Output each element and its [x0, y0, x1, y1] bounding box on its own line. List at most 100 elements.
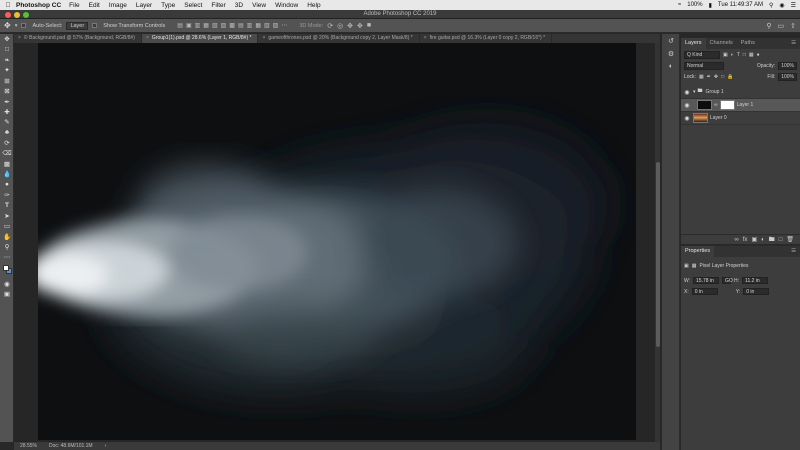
app-menu[interactable]: Photoshop CC — [16, 2, 61, 9]
link-layers-icon[interactable]: ∞ — [734, 237, 738, 243]
opacity-field[interactable]: 100% — [778, 61, 797, 70]
fill-field[interactable]: 100% — [778, 72, 797, 81]
lock-position-icon[interactable]: ✥ — [714, 74, 718, 80]
delete-layer-icon[interactable]: 🗑 — [786, 236, 794, 243]
wifi-icon[interactable]: ≈ — [678, 2, 681, 8]
layer-name[interactable]: Layer 0 — [710, 115, 727, 121]
panel-menu-icon[interactable]: ☰ — [787, 246, 800, 257]
menu-select[interactable]: Select — [184, 2, 202, 9]
filter-type-icon[interactable]: T — [737, 52, 740, 58]
frame-tool[interactable]: ⊠ — [0, 86, 14, 96]
status-menu-icon[interactable]: › — [105, 443, 107, 449]
close-tab-icon[interactable]: × — [424, 35, 427, 41]
lock-image-icon[interactable]: ✒ — [707, 74, 711, 80]
layer-thumbnail[interactable] — [693, 113, 708, 123]
layer-row-layer-0[interactable]: ◉ Layer 0 — [681, 112, 800, 125]
zoom-level[interactable]: 28.55% — [20, 443, 37, 449]
transform-controls-checkbox[interactable] — [92, 22, 99, 29]
layer-row-layer-1[interactable]: ◉ ∞ Layer 1 — [681, 99, 800, 112]
dodge-tool[interactable]: ● — [0, 179, 14, 189]
3d-roll-icon[interactable]: ◎ — [337, 22, 343, 30]
blend-mode-dropdown[interactable]: Normal — [684, 61, 724, 70]
align-horizontal-center-icon[interactable]: ▧ — [212, 22, 218, 29]
distribute-center-icon[interactable]: ▤ — [238, 22, 244, 29]
distribute-bottom-icon[interactable]: ▥ — [247, 22, 253, 29]
battery-icon[interactable]: ▮ — [709, 2, 712, 9]
menu-type[interactable]: Type — [161, 2, 175, 9]
hand-tool[interactable]: ✋ — [0, 231, 14, 241]
layer-row-group-1[interactable]: ◉ ▾ 🖿 Group 1 — [681, 86, 800, 99]
menu-edit[interactable]: Edit — [89, 2, 100, 9]
panel-menu-icon[interactable]: ☰ — [787, 38, 800, 49]
move-tool[interactable]: ✥ — [0, 34, 14, 44]
filter-toggle-icon[interactable]: ● — [757, 52, 760, 58]
layer-name[interactable]: Layer 1 — [737, 102, 754, 108]
quick-select-tool[interactable]: ✦ — [0, 65, 14, 75]
menu-3d[interactable]: 3D — [235, 2, 243, 9]
menu-help[interactable]: Help — [307, 2, 320, 9]
distribute-right-icon[interactable]: ▨ — [273, 22, 279, 29]
height-field[interactable]: 11.2 in — [742, 277, 769, 284]
more-options-icon[interactable]: ⋯ — [281, 22, 287, 29]
visibility-eye-icon[interactable]: ◉ — [681, 115, 693, 122]
add-mask-icon[interactable]: ▣ — [751, 236, 757, 243]
brush-tool[interactable]: ✎ — [0, 117, 14, 127]
tab-background[interactable]: × © Background.psd @ 57% (Background, RGB… — [14, 34, 142, 43]
lock-all-icon[interactable]: 🔒 — [727, 74, 733, 80]
search-icon[interactable]: ⚲ — [769, 2, 773, 9]
auto-select-dropdown[interactable]: Layer — [66, 21, 89, 30]
3d-slide-icon[interactable]: ✥ — [357, 22, 363, 30]
align-vertical-center-icon[interactable]: ▣ — [186, 22, 192, 29]
y-field[interactable]: 0 in — [743, 288, 770, 295]
pen-tool[interactable]: ✑ — [0, 190, 14, 200]
siri-icon[interactable]: ◉ — [779, 2, 784, 9]
type-tool[interactable]: T — [0, 200, 14, 210]
rectangle-tool[interactable]: ▭ — [0, 221, 14, 231]
history-brush-tool[interactable]: ⟳ — [0, 138, 14, 148]
close-tab-icon[interactable]: × — [146, 35, 149, 41]
path-selection-tool[interactable]: ➤ — [0, 211, 14, 221]
canvas[interactable] — [38, 43, 636, 440]
healing-brush-tool[interactable]: ✚ — [0, 107, 14, 117]
foreground-color-swatch[interactable] — [3, 264, 9, 271]
visibility-eye-icon[interactable]: ◉ — [681, 102, 693, 109]
tab-properties[interactable]: Properties — [681, 246, 715, 257]
tool-preset-dropdown[interactable]: ▾ — [15, 23, 18, 29]
marquee-tool[interactable]: □ — [0, 44, 14, 54]
align-left-icon[interactable]: ▦ — [203, 22, 209, 29]
doc-size[interactable]: Doc: 48.6M/101.1M — [49, 443, 93, 449]
vertical-scrollbar[interactable] — [655, 43, 660, 442]
tab-fire-guitar[interactable]: × fire guitar.psd @ 16.3% (Layer 0 copy 2… — [420, 34, 553, 43]
blur-tool[interactable]: 💧 — [0, 169, 14, 179]
menu-filter[interactable]: Filter — [211, 2, 225, 9]
3d-pan-icon[interactable]: ✥ — [347, 22, 353, 30]
layer-filter-dropdown[interactable]: Q Kind — [684, 50, 720, 59]
menu-layer[interactable]: Layer — [136, 2, 152, 9]
link-dimensions-button[interactable]: GO — [722, 277, 733, 284]
move-tool-icon[interactable]: ✥ — [4, 21, 11, 30]
tab-layers[interactable]: Layers — [681, 38, 706, 49]
tab-paths[interactable]: Paths — [737, 38, 759, 49]
layer-style-icon[interactable]: fx — [743, 237, 748, 243]
3d-scale-icon[interactable]: ■ — [367, 22, 371, 29]
filter-shape-icon[interactable]: □ — [743, 52, 746, 58]
layer-name[interactable]: Group 1 — [706, 89, 724, 95]
distribute-horizontal-icon[interactable]: ▧ — [264, 22, 270, 29]
screen-mode-icon[interactable]: ▣ — [0, 289, 14, 299]
x-field[interactable]: 0 in — [691, 288, 718, 295]
battery-level[interactable]: 100% — [687, 2, 702, 8]
properties-icon[interactable]: ⚙ — [662, 47, 680, 60]
adjustment-layer-icon[interactable]: ◐ — [761, 237, 765, 243]
align-bottom-icon[interactable]: ▥ — [195, 22, 201, 29]
crop-tool[interactable]: ⊞ — [0, 76, 14, 86]
menu-view[interactable]: View — [252, 2, 266, 9]
mask-icon[interactable]: ▦ — [692, 263, 697, 269]
tab-channels[interactable]: Channels — [706, 38, 737, 49]
apple-icon[interactable]:  — [0, 2, 16, 9]
align-top-icon[interactable]: ▤ — [177, 22, 183, 29]
filter-pixel-icon[interactable]: ▣ — [723, 52, 728, 58]
eraser-tool[interactable]: ⌫ — [0, 148, 14, 158]
menu-file[interactable]: File — [69, 2, 79, 9]
distribute-top-icon[interactable]: ▩ — [229, 22, 235, 29]
share-icon[interactable]: ⇧ — [790, 22, 796, 30]
